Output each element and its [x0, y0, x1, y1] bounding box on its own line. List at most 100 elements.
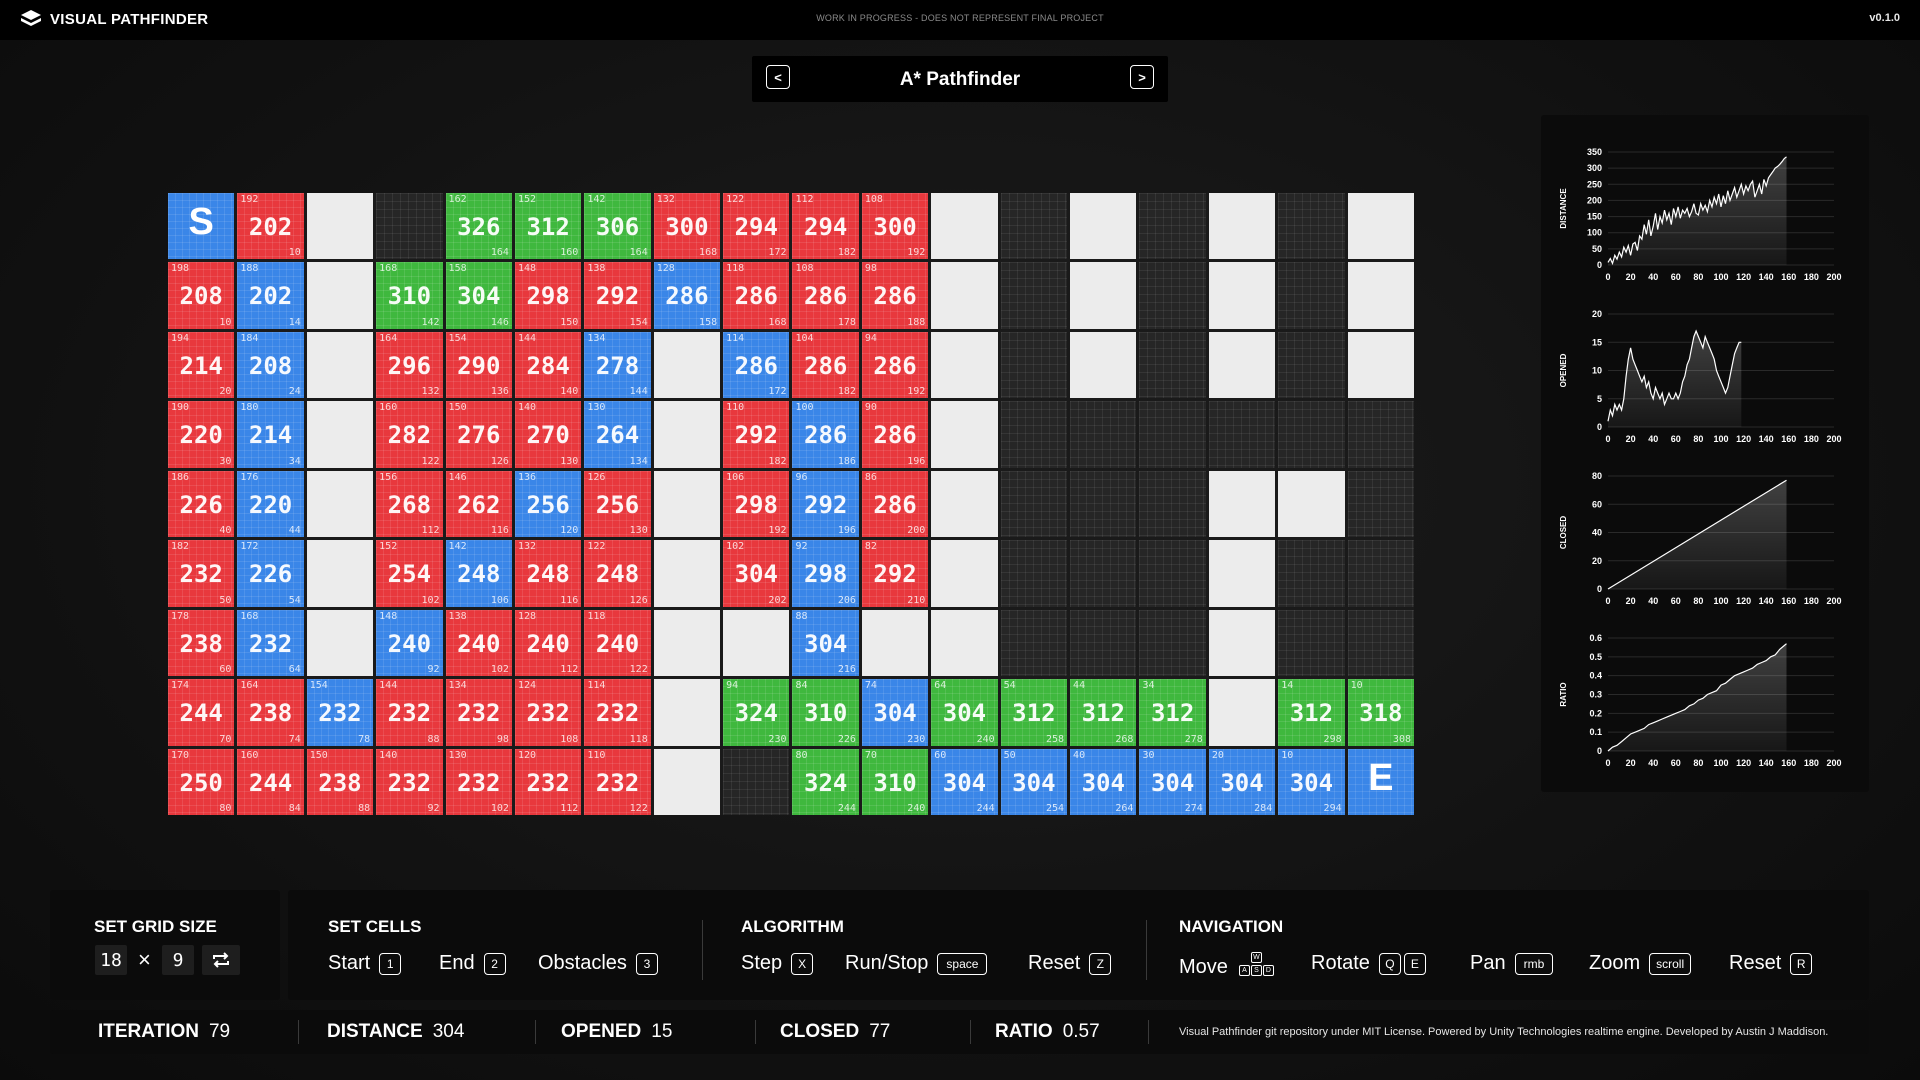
pathfinding-grid[interactable]: S 192 202 10 162 326 164 152 312 160 142 306 164 132 3… [168, 193, 1414, 815]
empty-cell[interactable] [653, 470, 721, 538]
empty-cell[interactable] [931, 609, 998, 677]
open-cell[interactable]: 54 312 258 [1000, 679, 1068, 746]
closed-cell[interactable]: 164 296 132 [376, 331, 443, 399]
open-cell[interactable]: 152 312 160 [514, 193, 582, 260]
path-cell[interactable]: 168 232 64 [237, 609, 304, 677]
path-cell[interactable]: 88 304 216 [792, 609, 859, 677]
closed-cell[interactable]: 150 276 126 [445, 401, 512, 468]
obstacle-cell[interactable] [1000, 470, 1068, 538]
obstacle-cell[interactable] [1139, 470, 1206, 538]
closed-cell[interactable]: 144 232 88 [376, 679, 443, 746]
obstacle-cell[interactable] [1000, 609, 1068, 677]
path-cell[interactable]: 180 214 34 [237, 401, 304, 468]
closed-cell[interactable]: 156 268 112 [376, 470, 443, 538]
empty-cell[interactable] [653, 748, 721, 815]
empty-cell[interactable] [1208, 262, 1276, 329]
empty-cell[interactable] [1347, 262, 1414, 329]
reset-algorithm-control[interactable]: Reset Z [1028, 952, 1112, 975]
closed-cell[interactable]: 128 240 112 [514, 609, 582, 677]
rotate-control[interactable]: Rotate Q E [1311, 952, 1426, 975]
path-cell[interactable]: 60 304 244 [931, 748, 998, 815]
obstacle-cell[interactable] [1139, 331, 1206, 399]
open-cell[interactable]: 64 304 240 [931, 679, 998, 746]
closed-cell[interactable]: 130 232 102 [445, 748, 512, 815]
empty-cell[interactable] [931, 401, 998, 468]
path-cell[interactable]: 100 286 186 [792, 401, 859, 468]
obstacle-cell[interactable] [1000, 193, 1068, 260]
obstacle-cell[interactable] [1347, 470, 1414, 538]
open-cell[interactable]: 142 306 164 [584, 193, 651, 260]
closed-cell[interactable]: 138 240 102 [445, 609, 512, 677]
closed-cell[interactable]: 108 300 192 [861, 193, 929, 260]
closed-cell[interactable]: 150 238 88 [306, 748, 374, 815]
closed-cell[interactable]: 148 298 150 [514, 262, 582, 329]
empty-cell[interactable] [1347, 331, 1414, 399]
closed-cell[interactable]: 140 270 130 [514, 401, 582, 468]
closed-cell[interactable]: 194 214 20 [168, 331, 235, 399]
obstacle-cell[interactable] [1278, 401, 1345, 468]
closed-cell[interactable]: 108 286 178 [792, 262, 859, 329]
obstacle-cell[interactable] [1278, 193, 1345, 260]
closed-cell[interactable]: 122 294 172 [723, 193, 790, 260]
closed-cell[interactable]: 182 232 50 [168, 540, 235, 607]
empty-cell[interactable] [1208, 540, 1276, 607]
obstacle-cell[interactable] [1347, 609, 1414, 677]
obstacle-cell[interactable] [1278, 262, 1345, 329]
closed-cell[interactable]: 110 292 182 [723, 401, 790, 468]
path-cell[interactable]: 176 220 44 [237, 470, 304, 538]
obstacle-cell[interactable] [1070, 609, 1137, 677]
empty-cell[interactable] [1347, 193, 1414, 260]
end-cell[interactable]: E [1347, 748, 1414, 815]
zoom-control[interactable]: Zoom scroll [1589, 952, 1692, 975]
start-cell[interactable]: S [168, 193, 235, 260]
path-cell[interactable]: 128 286 158 [653, 262, 721, 329]
closed-cell[interactable]: 140 232 92 [376, 748, 443, 815]
open-cell[interactable]: 162 326 164 [445, 193, 512, 260]
closed-cell[interactable]: 144 284 140 [514, 331, 582, 399]
obstacle-cell[interactable] [1070, 540, 1137, 607]
obstacle-cell[interactable] [1000, 331, 1068, 399]
empty-cell[interactable] [306, 401, 374, 468]
path-cell[interactable]: 40 304 264 [1070, 748, 1137, 815]
empty-cell[interactable] [931, 193, 998, 260]
closed-cell[interactable]: 160 282 122 [376, 401, 443, 468]
obstacle-cell[interactable] [1139, 540, 1206, 607]
obstacle-cell[interactable] [1347, 401, 1414, 468]
closed-cell[interactable]: 132 248 116 [514, 540, 582, 607]
empty-cell[interactable] [1208, 331, 1276, 399]
empty-cell[interactable] [306, 331, 374, 399]
closed-cell[interactable]: 134 232 98 [445, 679, 512, 746]
closed-cell[interactable]: 82 292 210 [861, 540, 929, 607]
closed-cell[interactable]: 124 232 108 [514, 679, 582, 746]
reset-view-control[interactable]: Reset R [1729, 952, 1813, 975]
closed-cell[interactable]: 110 232 122 [584, 748, 651, 815]
closed-cell[interactable]: 118 286 168 [723, 262, 790, 329]
closed-cell[interactable]: 154 290 136 [445, 331, 512, 399]
closed-cell[interactable]: 122 248 126 [584, 540, 651, 607]
obstacle-cell[interactable] [1278, 540, 1345, 607]
closed-cell[interactable]: 160 244 84 [237, 748, 304, 815]
empty-cell[interactable] [931, 540, 998, 607]
open-cell[interactable]: 80 324 244 [792, 748, 859, 815]
closed-cell[interactable]: 114 232 118 [584, 679, 651, 746]
closed-cell[interactable]: 86 286 200 [861, 470, 929, 538]
open-cell[interactable]: 158 304 146 [445, 262, 512, 329]
run-stop-control[interactable]: Run/Stop space [845, 952, 988, 975]
empty-cell[interactable] [1278, 470, 1345, 538]
open-cell[interactable]: 94 324 230 [723, 679, 790, 746]
empty-cell[interactable] [1208, 193, 1276, 260]
obstacle-cell[interactable] [376, 193, 443, 260]
path-cell[interactable]: 20 304 284 [1208, 748, 1276, 815]
pan-control[interactable]: Pan rmb [1470, 952, 1554, 975]
path-cell[interactable]: 148 240 92 [376, 609, 443, 677]
apply-grid-size-button[interactable] [202, 945, 240, 975]
open-cell[interactable]: 14 312 298 [1278, 679, 1345, 746]
empty-cell[interactable] [723, 609, 790, 677]
closed-cell[interactable]: 178 238 60 [168, 609, 235, 677]
closed-cell[interactable]: 104 286 182 [792, 331, 859, 399]
empty-cell[interactable] [653, 401, 721, 468]
empty-cell[interactable] [306, 609, 374, 677]
empty-cell[interactable] [1208, 470, 1276, 538]
closed-cell[interactable]: 120 232 112 [514, 748, 582, 815]
set-end-control[interactable]: End 2 [439, 952, 506, 975]
